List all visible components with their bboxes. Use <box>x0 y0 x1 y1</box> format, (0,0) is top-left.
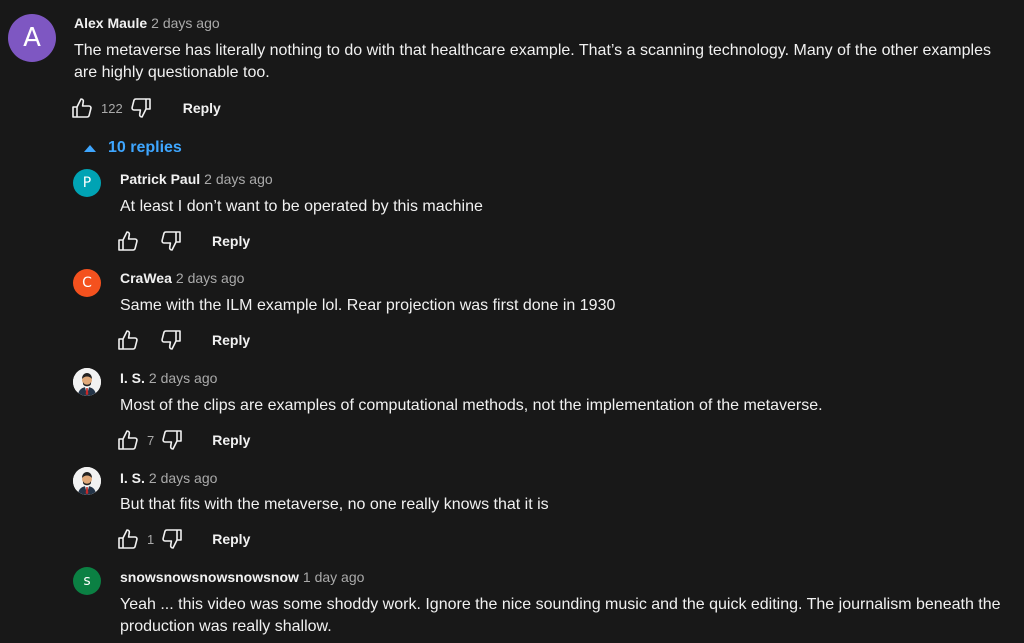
reply-timestamp[interactable]: 1 day ago <box>303 569 365 585</box>
avatar[interactable]: P <box>73 169 101 197</box>
thumb-up-icon <box>116 428 140 452</box>
avatar[interactable]: C <box>73 269 101 297</box>
replies-toggle[interactable]: 10 replies <box>78 136 182 160</box>
person-avatar-icon <box>73 368 101 396</box>
dislike-button[interactable] <box>129 96 153 120</box>
comment-timestamp[interactable]: 2 days ago <box>151 15 220 31</box>
reply-text: Same with the ILM example lol. Rear proj… <box>120 297 616 314</box>
reply-text: But that fits with the metaverse, no one… <box>120 496 549 513</box>
thumb-down-icon <box>129 96 153 120</box>
author-name[interactable]: I. S. <box>120 470 145 486</box>
avatar-letter: A <box>23 23 41 53</box>
thumb-up-icon <box>116 229 140 253</box>
reply-button[interactable]: Reply <box>183 100 221 116</box>
like-button[interactable] <box>116 229 140 253</box>
caret-up-icon <box>78 136 102 160</box>
thumb-down-icon <box>159 328 183 352</box>
reply-actions: Reply <box>116 328 250 352</box>
reply-timestamp[interactable]: 2 days ago <box>149 470 218 486</box>
reply-author[interactable]: CraWea 2 days ago <box>120 270 244 286</box>
avatar[interactable]: s <box>73 567 101 595</box>
like-button[interactable] <box>70 96 94 120</box>
reply-text: Yeah ... this video was some shoddy work… <box>120 596 1001 635</box>
like-button[interactable] <box>116 527 140 551</box>
person-avatar-icon <box>73 467 101 495</box>
dislike-button[interactable] <box>159 229 183 253</box>
reply-text: Most of the clips are examples of comput… <box>120 397 823 414</box>
comment-actions: 122 Reply <box>70 96 221 120</box>
reply-timestamp[interactable]: 2 days ago <box>149 370 218 386</box>
avatar[interactable] <box>73 467 101 495</box>
avatar[interactable]: A <box>8 14 56 62</box>
reply-actions: 7 Reply <box>116 428 250 452</box>
avatar-letter: P <box>82 175 92 191</box>
author-name[interactable]: snowsnowsnowsnowsnow <box>120 569 299 585</box>
avatar-letter: s <box>83 573 91 589</box>
reply-timestamp[interactable]: 2 days ago <box>176 270 245 286</box>
reply-author[interactable]: I. S. 2 days ago <box>120 470 217 486</box>
like-button[interactable] <box>116 428 140 452</box>
dislike-button[interactable] <box>160 527 184 551</box>
author-name[interactable]: Alex Maule <box>74 15 147 31</box>
comment-text: The metaverse has literally nothing to d… <box>74 42 991 81</box>
dislike-button[interactable] <box>160 428 184 452</box>
reply-author[interactable]: Patrick Paul 2 days ago <box>120 171 273 187</box>
avatar-letter: C <box>82 275 92 291</box>
thumb-up-icon <box>116 527 140 551</box>
avatar[interactable] <box>73 368 101 396</box>
thumb-down-icon <box>159 229 183 253</box>
author-name[interactable]: Patrick Paul <box>120 171 200 187</box>
reply-button[interactable]: Reply <box>212 531 250 547</box>
comment-author[interactable]: Alex Maule 2 days ago <box>74 15 220 31</box>
thumb-up-icon <box>70 96 94 120</box>
reply-actions: Reply <box>116 229 250 253</box>
reply-timestamp[interactable]: 2 days ago <box>204 171 273 187</box>
reply-button[interactable]: Reply <box>212 432 250 448</box>
like-count: 7 <box>147 432 155 448</box>
replies-count-label: 10 replies <box>108 139 182 156</box>
reply-text: At least I don’t want to be operated by … <box>120 198 483 215</box>
author-name[interactable]: CraWea <box>120 270 172 286</box>
dislike-button[interactable] <box>159 328 183 352</box>
reply-button[interactable]: Reply <box>212 233 250 249</box>
thumb-up-icon <box>116 328 140 352</box>
reply-author[interactable]: I. S. 2 days ago <box>120 370 217 386</box>
like-count: 122 <box>101 100 123 116</box>
reply-author[interactable]: snowsnowsnowsnowsnow 1 day ago <box>120 569 364 585</box>
thumb-down-icon <box>160 527 184 551</box>
reply-button[interactable]: Reply <box>212 332 250 348</box>
like-count: 1 <box>147 531 155 547</box>
author-name[interactable]: I. S. <box>120 370 145 386</box>
reply-actions: 1 Reply <box>116 527 250 551</box>
like-button[interactable] <box>116 328 140 352</box>
thumb-down-icon <box>160 428 184 452</box>
